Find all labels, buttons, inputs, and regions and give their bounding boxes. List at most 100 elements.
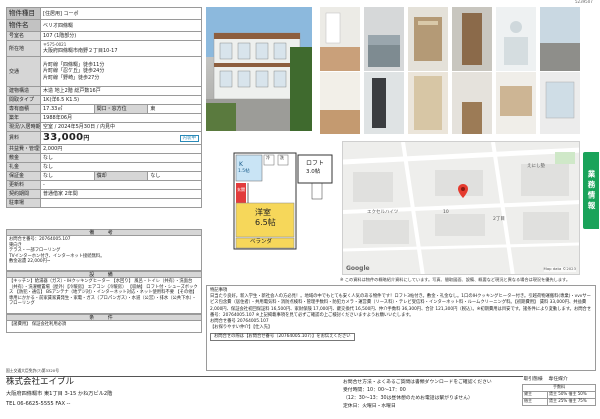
property-spec-table: 物件種目 [住居用] コーポ 物件名 ベリオ四條畷 号室名 107 (1階部分)… — [6, 7, 202, 208]
thumb-entrance — [452, 7, 492, 71]
spec-value: 木造 地上2階 総戸数16戸 — [40, 86, 202, 96]
trade-label: 借主 — [521, 397, 549, 406]
ref-value: 20764005.107 — [237, 319, 269, 325]
thumb-kitchen — [364, 7, 404, 71]
washer-label: 洗 — [280, 155, 284, 160]
spec-key: 築年 — [6, 113, 41, 123]
map-label: エクセルハイツ — [367, 210, 399, 215]
map-label: 10 — [443, 210, 449, 215]
property-name: ベリオ四條畷 — [40, 19, 202, 32]
spec-key: 共益費・管理費 — [6, 144, 41, 154]
photo-thumb-closet — [408, 72, 448, 134]
spec-value: 107 (1階部分) — [40, 31, 202, 41]
spec-key: 所在地 — [6, 40, 41, 57]
thumb-room — [320, 7, 360, 71]
license-number: 国土交通大臣免許(7)第3320号 — [6, 368, 60, 373]
spec-value: なし — [40, 171, 95, 181]
spec-key: 償却 — [93, 171, 149, 181]
building-exterior-photo — [206, 7, 312, 131]
contact-line: お問合せ方法・よくあるご質問は書類ダウンロードをご確認ください — [343, 380, 492, 385]
spec-key: 物件名 — [6, 19, 41, 32]
photo-thumb-window — [540, 72, 580, 134]
company-address: 大阪府四條畷市 東1丁目 3-15 かね万ビル2階 — [6, 391, 113, 397]
contact-line: （12：30～13：30は昼休憩のためお電話は繋がりません） — [343, 395, 473, 401]
setsubi-heading: 設 備 — [6, 271, 202, 278]
contact-line: 定休日：火曜日・水曜日 — [343, 403, 396, 409]
kitchen-label: K — [239, 161, 243, 168]
photo-thumb-kitchen — [364, 7, 404, 71]
spec-key: 駐車場 — [6, 198, 41, 208]
spec-key: 賃料 — [6, 131, 41, 145]
floor-plan: K 1.5帖 冷 洗 ロフト 3.0帖 玄関 洋室 6.5帖 ベランダ — [208, 141, 335, 262]
building-illustration — [206, 7, 312, 131]
kitchen-size: 1.5帖 — [238, 169, 250, 174]
spec-value: なし — [147, 171, 202, 181]
features-keyword: 【お探りやすい仲介】【仕入先】 — [210, 325, 273, 331]
loft-label: ロフト — [306, 160, 325, 167]
thumb-room-2 — [320, 72, 360, 134]
rent-value: 33,000円 内装中 — [40, 131, 202, 145]
bikou-heading: 備 考 — [6, 229, 202, 236]
spec-key: 建物構造 — [6, 86, 41, 96]
location-pin-icon — [458, 184, 468, 198]
company-name: 株式会社エイブル — [6, 377, 75, 387]
spec-key: 礼金 — [6, 162, 41, 172]
spec-value: 普通借家 2年間 — [40, 189, 202, 199]
map-drawing — [343, 142, 579, 274]
special-notes: 特記事項 日当たり良好。新入学生・新社会人の方必見！。地域の中でもとても安く人気… — [206, 285, 596, 371]
joken-heading: 条 件 — [6, 314, 202, 321]
footer-divider — [6, 376, 596, 377]
access-line: 片町線「野崎」徒歩27分 — [43, 74, 100, 81]
rent-unit: 円 — [83, 135, 90, 142]
access-value: 片町線「四條畷」徒歩11分 片町線「忍ケ丘」徒歩24分 片町線「野崎」徒歩27分 — [40, 56, 202, 87]
spec-value: 2,000円 — [40, 144, 202, 154]
spec-value: 1988年06月 — [40, 113, 202, 123]
photo-thumb-stairs — [408, 7, 448, 71]
thumb-door — [364, 72, 404, 134]
thumb-window — [540, 72, 580, 134]
company-tel: TEL 06-6625-5555 FAX -- — [6, 401, 71, 407]
location-map[interactable]: えにし塾 エクセルハイツ 2丁目 10 Google Map data ©202… — [342, 141, 580, 275]
photo-thumb-view — [540, 7, 580, 71]
spec-key: 間取タイプ — [6, 95, 41, 105]
photo-thumb-hall — [452, 72, 492, 134]
setsubi-body: 【キッチン】給湯器（ガス）・IHクッキングヒーター 【水回り】 風呂・トイレ（共… — [6, 278, 202, 314]
map-copyright: Map data ©2023 — [543, 266, 576, 272]
spec-key: 現況/入居時期 — [6, 122, 41, 132]
photo-thumb-loft — [496, 72, 536, 134]
thumb-closet — [408, 72, 448, 134]
spec-value: なし — [40, 153, 202, 163]
spec-value: 東 — [147, 104, 202, 114]
thumb-stairs — [408, 7, 448, 71]
veranda-label: ベランダ — [250, 239, 273, 245]
ref-label: お問合せ番号 — [210, 319, 236, 325]
photo-thumb-door — [364, 72, 404, 134]
spec-value — [40, 198, 202, 208]
inquiry-box: お問合せの際は【お問合せ番号（20764005.107）】をお伝えください — [210, 332, 355, 341]
spec-key: 専有面積 — [6, 104, 41, 114]
room-size: 6.5帖 — [255, 218, 276, 227]
photo-thumb-room-2 — [320, 72, 360, 134]
bikou-body: お問合せ番号：20764005.107 東向き テラス・一部フローリング TVイ… — [6, 236, 202, 271]
business-info-tab[interactable]: 業務情報 — [583, 152, 599, 229]
fridge-label: 冷 — [266, 155, 270, 160]
spec-value: 空室 / 2024年5月30日 / 内見中 — [40, 122, 202, 132]
thumb-hall — [452, 72, 492, 134]
photo-thumb-entrance — [452, 7, 492, 71]
map-label: 2丁目 — [493, 217, 505, 222]
photo-thumb-bath — [496, 7, 536, 71]
thumb-bath — [496, 7, 536, 71]
spec-value: 17.33㎡ — [40, 104, 95, 114]
spec-key: 間口・窓方位 — [93, 104, 149, 114]
contact-line: 受付時間：10：00～17：00 — [343, 387, 406, 393]
spec-key: 保証金 — [6, 171, 41, 181]
trade-heading: 取引態様 — [522, 376, 548, 384]
features-text: 日当たり良好。新入学生・新社会人の方必見！。地域の中でもとても安く人気のある物件… — [210, 294, 592, 318]
spec-key: 交通 — [6, 56, 41, 87]
joken-body: 【諸費用】 保証会社利用必須 — [6, 321, 202, 333]
room-label: 洋室 — [255, 208, 271, 217]
thumb-view — [540, 7, 580, 71]
spec-value: [住居用] コーポ — [40, 7, 202, 20]
trade-value: 賃主 50% 借主 50% — [547, 390, 596, 399]
trade-label: 貸主 — [521, 390, 549, 399]
